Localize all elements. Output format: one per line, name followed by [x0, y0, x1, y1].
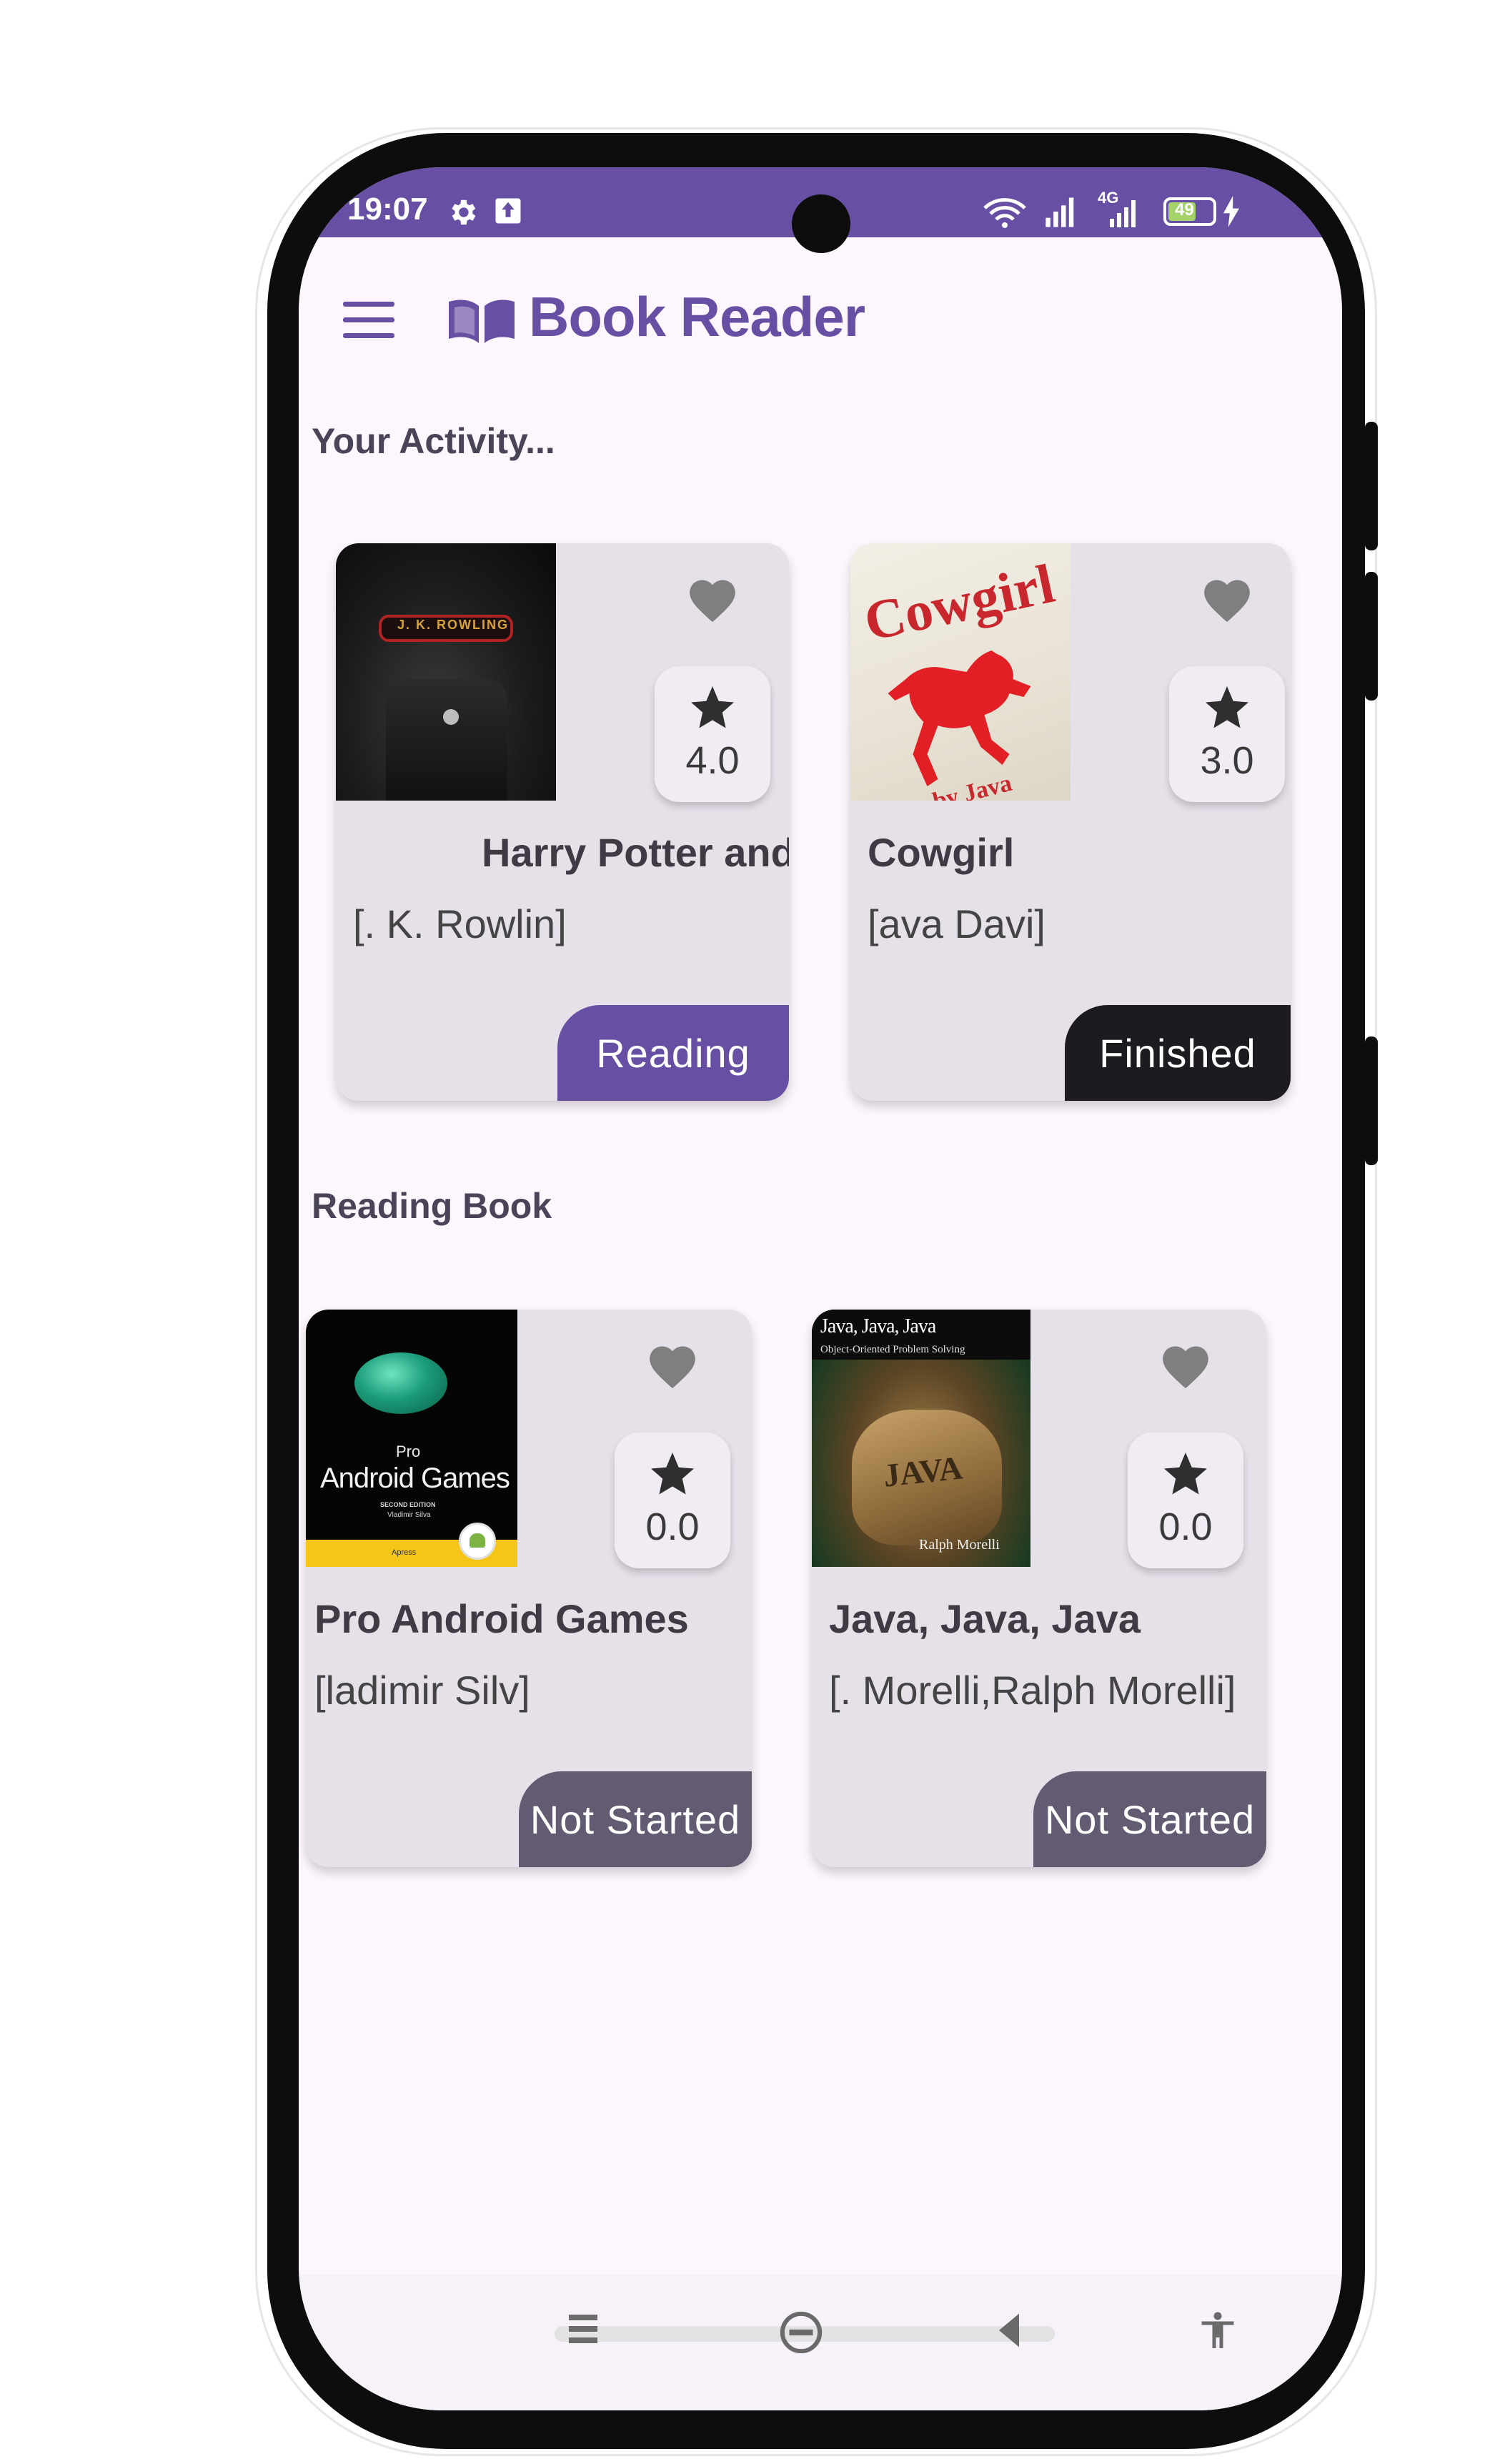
favorite-heart-icon[interactable]: [685, 573, 740, 623]
status-bar: 19:07 4G 49: [299, 167, 1342, 253]
cover-author-text: Vladimir Silva: [387, 1511, 431, 1519]
signal-4g-icon: [1110, 200, 1136, 227]
recent-apps-icon[interactable]: [567, 2312, 599, 2346]
rating-box: 4.0: [655, 666, 770, 802]
favorite-heart-icon[interactable]: [1199, 573, 1255, 623]
rating-box: 0.0: [1128, 1433, 1243, 1568]
home-icon[interactable]: [778, 2309, 825, 2356]
book-cover-harry-potter: J. K. ROWLING: [336, 543, 556, 801]
cover-author-text: J. K. ROWLING: [397, 618, 509, 632]
book-card-cowgirl[interactable]: Cowgirl by Java Davis 3.0 Cowgirl [ava D…: [850, 543, 1291, 1101]
status-time: 19:07: [347, 192, 428, 227]
rating-value: 3.0: [1200, 739, 1254, 782]
book-title: Harry Potter and: [482, 830, 789, 875]
accessibility-icon[interactable]: [1196, 2307, 1239, 2353]
open-book-icon: [449, 300, 515, 343]
favorite-heart-icon[interactable]: [645, 1340, 700, 1390]
book-cover-pro-android-games: Pro Android Games SECOND EDITION Vladimi…: [306, 1310, 517, 1567]
not-started-status-button[interactable]: Not Started: [519, 1771, 752, 1867]
cover-publisher-text: Apress: [392, 1548, 417, 1557]
rating-value: 4.0: [685, 739, 740, 782]
book-author: [ava Davi]: [868, 901, 1045, 946]
book-author: [. Morelli,Ralph Morelli]: [829, 1668, 1236, 1713]
upload-icon: [495, 198, 521, 224]
rating-box: 0.0: [615, 1433, 730, 1568]
front-camera: [792, 194, 850, 253]
cover-pro-text: Pro: [396, 1443, 421, 1460]
not-started-status-button[interactable]: Not Started: [1033, 1771, 1266, 1867]
reading-section-title: Reading Book: [312, 1186, 552, 1226]
favorite-heart-icon[interactable]: [1158, 1340, 1213, 1390]
book-title: Cowgirl: [868, 830, 1015, 875]
cover-author-text: Ralph Morelli: [919, 1537, 1000, 1553]
back-icon[interactable]: [995, 2310, 1023, 2350]
book-card-java-java-java[interactable]: Java, Java, Java Object-Oriented Problem…: [812, 1310, 1266, 1867]
book-card-harry-potter[interactable]: J. K. ROWLING 4.0 Harry Potter and [. K.…: [336, 543, 789, 1101]
book-title: Pro Android Games: [314, 1596, 689, 1641]
hamburger-menu-icon[interactable]: [343, 302, 394, 339]
volume-down-button: [1365, 572, 1378, 701]
cover-title-text: Java, Java, Java: [820, 1315, 936, 1337]
book-cover-cowgirl: Cowgirl by Java Davis: [850, 543, 1071, 801]
power-button: [1365, 1036, 1378, 1165]
volume-up-button: [1365, 422, 1378, 550]
rating-value: 0.0: [1158, 1505, 1213, 1548]
app-screen: 19:07 4G 49 Book Reader Your Activity...…: [299, 167, 1342, 2410]
star-icon: [691, 686, 734, 728]
wifi-icon: [983, 198, 1026, 228]
book-cover-java-java-java: Java, Java, Java Object-Oriented Problem…: [812, 1310, 1030, 1567]
reading-status-button[interactable]: Reading: [557, 1005, 789, 1101]
book-card-pro-android-games[interactable]: Pro Android Games SECOND EDITION Vladimi…: [306, 1310, 752, 1867]
cover-title-text: Cowgirl: [858, 552, 1060, 653]
rating-value: 0.0: [645, 1505, 700, 1548]
star-icon: [1206, 686, 1248, 728]
book-author: [. K. Rowlin]: [353, 901, 567, 946]
charging-icon: [1223, 196, 1239, 227]
finished-status-button[interactable]: Finished: [1065, 1005, 1291, 1101]
rating-box: 3.0: [1169, 666, 1285, 802]
settings-icon: [452, 199, 476, 225]
book-author: [ladimir Silv]: [314, 1668, 530, 1713]
battery-icon: 49: [1163, 197, 1216, 226]
book-title: Java, Java, Java: [829, 1596, 1141, 1641]
app-title: Book Reader: [529, 285, 865, 348]
signal-icon: [1045, 197, 1074, 227]
android-logo-icon: [459, 1523, 496, 1560]
cover-edition-text: SECOND EDITION: [380, 1501, 436, 1508]
battery-level: 49: [1175, 200, 1194, 219]
activity-section-title: Your Activity...: [312, 421, 555, 461]
star-icon: [651, 1453, 694, 1495]
cover-subtitle-text: Object-Oriented Problem Solving: [820, 1344, 965, 1355]
star-icon: [1164, 1453, 1207, 1495]
cover-title-text: Android Games: [320, 1463, 510, 1494]
